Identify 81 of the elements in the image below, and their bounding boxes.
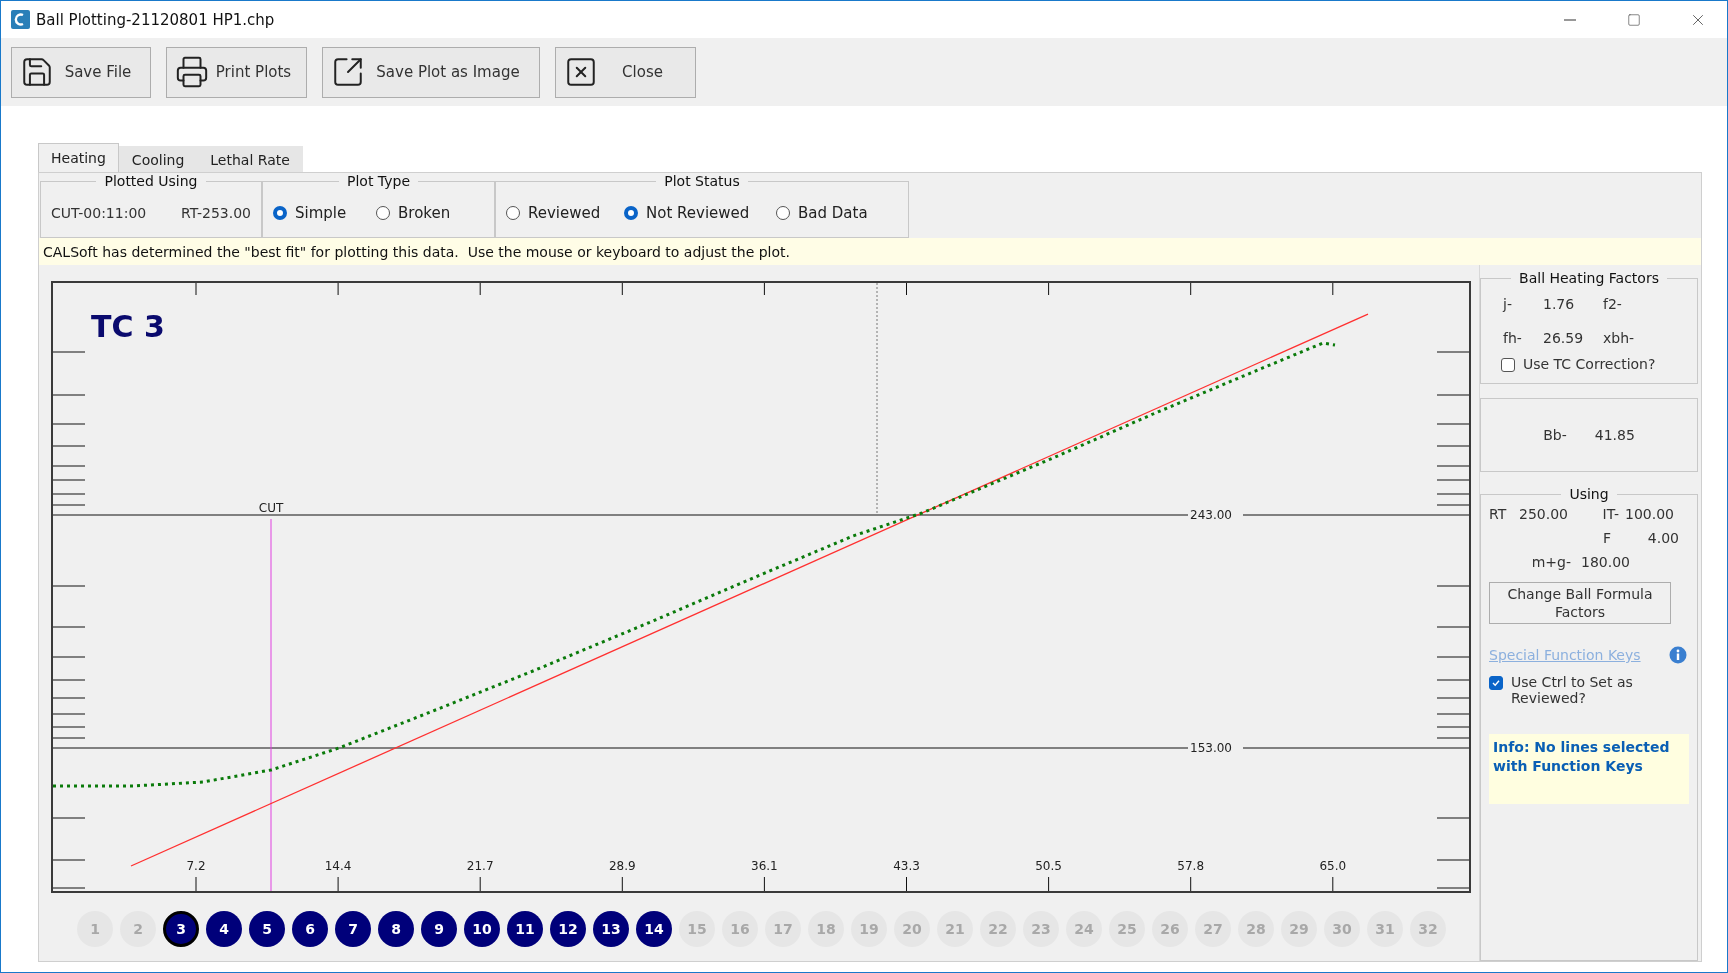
window-title: Ball Plotting-21120801 HP1.chp — [36, 10, 276, 29]
radio-label: Bad Data — [798, 204, 868, 222]
check-icon — [1491, 678, 1501, 688]
factor-text: f2- — [1603, 296, 1623, 312]
axis-label: 28.9 — [608, 859, 636, 873]
plot-area[interactable]: 243.00 153.00 CUT TC 3 7.2 14.4 21.7 28.9 36.1 43.3 50.5 57.8 65.0 — [51, 281, 1471, 893]
radio-button[interactable] — [376, 206, 390, 220]
toolbar-button[interactable]: Print Plots — [166, 46, 307, 98]
tab[interactable]: Lethal Rate — [197, 146, 303, 172]
thermocouple-selector[interactable]: 3 — [163, 911, 199, 947]
radio-button[interactable] — [506, 206, 520, 220]
thermocouple-selector[interactable]: 10 — [464, 911, 500, 947]
app-logo-icon — [11, 10, 30, 29]
change-factors-button[interactable]: Change Ball Formula Factors — [1489, 582, 1671, 624]
checkbox-label: Use Ctrl to Set as Reviewed? — [1511, 674, 1634, 706]
maximize-icon — [1627, 12, 1641, 27]
radio-label: Simple — [295, 204, 347, 222]
axis-label: 21.7 — [466, 859, 494, 873]
checkbox[interactable] — [1501, 358, 1515, 372]
axis-label: 7.2 — [186, 859, 206, 873]
line-label: 243.00 — [1190, 508, 1232, 522]
group-title: Using — [1568, 486, 1610, 502]
factor-text: 26.59 — [1543, 330, 1585, 346]
radio-button[interactable] — [624, 206, 638, 220]
toolbar-button[interactable]: Save File — [11, 46, 151, 98]
toolbar-button[interactable]: Close — [555, 46, 696, 98]
radio-button[interactable] — [776, 206, 790, 220]
thermocouple-selector[interactable]: 6 — [292, 911, 328, 947]
thermocouple-selector[interactable]: 11 — [507, 911, 543, 947]
minimize-icon — [1564, 18, 1576, 21]
axis-label: 36.1 — [751, 859, 778, 873]
group-title: Plot Status — [663, 173, 741, 189]
checkbox-label: Use TC Correction? — [1523, 356, 1656, 372]
checkbox[interactable] — [1489, 676, 1503, 690]
toolbar-button[interactable]: Save Plot as Image — [322, 46, 540, 98]
factor-text: 1.76 — [1543, 296, 1576, 312]
tab[interactable]: Heating — [38, 143, 119, 172]
plot-title: TC 3 — [91, 309, 165, 344]
factor-text: RT — [1489, 506, 1508, 522]
line-label: CUT — [258, 501, 284, 515]
thermocouple-selector[interactable]: 8 — [378, 911, 414, 947]
thermocouple-selector[interactable]: 5 — [249, 911, 285, 947]
thermocouple-selector[interactable]: 12 — [550, 911, 586, 947]
bb-value: 41.85 — [1594, 427, 1635, 443]
factor-text: m+g- — [1530, 554, 1572, 570]
radio-label: Not Reviewed — [646, 204, 750, 222]
axis-label: 65.0 — [1319, 859, 1347, 873]
tab[interactable]: Cooling — [118, 146, 198, 172]
close-icon — [564, 55, 598, 89]
radio-label: Reviewed — [528, 204, 601, 222]
factor-text: F — [1601, 530, 1612, 546]
factor-text: 4.00 — [1646, 530, 1680, 546]
radio-button[interactable] — [273, 206, 287, 220]
cut-value: CUT-00:11:00 — [51, 205, 148, 221]
factor-text: fh- — [1503, 330, 1523, 346]
factor-text: IT- — [1601, 506, 1620, 522]
info-message: Info: No lines selected with Function Keys — [1489, 734, 1689, 804]
factor-text: xbh- — [1603, 330, 1636, 346]
factor-text: 100.00 — [1625, 506, 1675, 522]
thermocouple-selector[interactable]: 14 — [636, 911, 672, 947]
axis-label: 43.3 — [893, 859, 920, 873]
axis-label: 14.4 — [324, 859, 352, 873]
rt-value: RT-253.00 — [181, 205, 251, 221]
factor-text: j- — [1503, 296, 1513, 312]
group-title: Plotted Using — [103, 173, 199, 189]
info-icon — [1669, 646, 1687, 664]
line-label: 153.00 — [1190, 741, 1232, 755]
bb-label: Bb- — [1543, 427, 1567, 443]
radio-label: Broken — [398, 204, 451, 222]
group-title: Plot Type — [346, 173, 411, 189]
thermocouple-selector[interactable]: 7 — [335, 911, 371, 947]
axis-label: 50.5 — [1035, 859, 1062, 873]
square-arrow-icon — [331, 55, 365, 89]
factor-text: 250.00 — [1519, 506, 1569, 522]
axis-label: 57.8 — [1177, 859, 1205, 873]
printer-icon — [175, 55, 209, 89]
thermocouple-selector[interactable]: 13 — [593, 911, 629, 947]
hint-message: CALSoft has determined the "best fit" for plotting this data. Use the mouse or keyboard to adjust the plot. — [39, 238, 1701, 265]
thermocouple-selector[interactable]: 4 — [206, 911, 242, 947]
thermocouple-selector[interactable]: 9 — [421, 911, 457, 947]
group-title: Ball Heating Factors — [1518, 270, 1660, 286]
